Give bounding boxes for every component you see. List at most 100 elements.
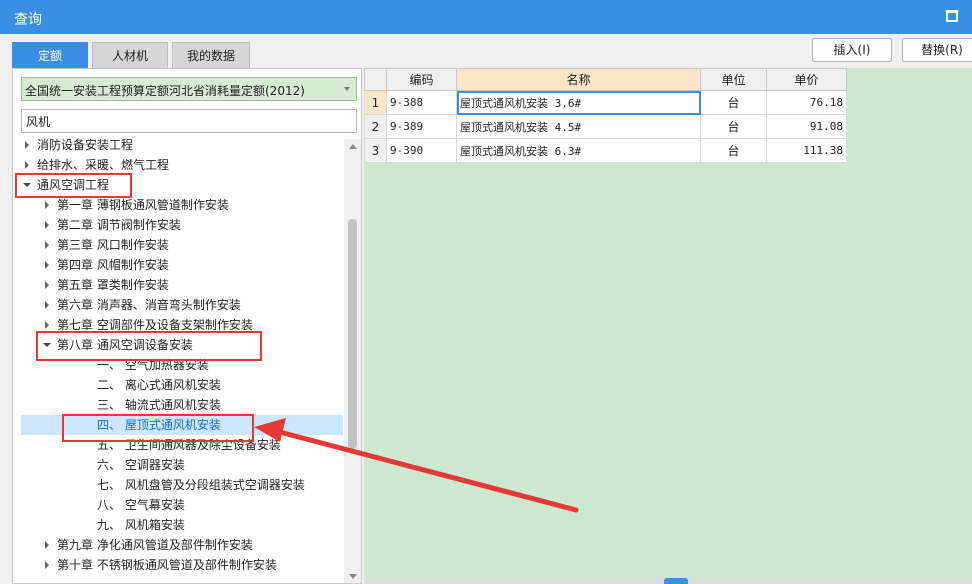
tree-item-label: 第九章 净化通风管道及部件制作安装 xyxy=(57,538,253,552)
row-number: 1 xyxy=(364,90,387,115)
horizontal-scrollbar[interactable] xyxy=(364,578,972,584)
tree-item-label: 第八章 通风空调设备安装 xyxy=(57,338,193,352)
tree-item-label: 二、 离心式通风机安装 xyxy=(97,378,221,392)
tree-item[interactable]: 第六章 消声器、消音弯头制作安装 xyxy=(21,295,343,315)
results-grid: 编码 名称 单位 单价 1 9-388 屋顶式通风机安装 3.6# 台 76.1… xyxy=(364,68,847,163)
tree-item-label: 八、 空气幕安装 xyxy=(97,498,185,512)
cell-price[interactable]: 91.08 xyxy=(766,114,847,139)
chevron-down-icon[interactable] xyxy=(43,343,51,347)
cell-price[interactable]: 111.38 xyxy=(766,138,847,163)
chevron-right-icon[interactable] xyxy=(45,561,49,569)
search-input[interactable] xyxy=(21,109,357,133)
tree-item-label: 第三章 风口制作安装 xyxy=(57,238,169,252)
chapter-tree: 消防设备安装工程给排水、采暖、燃气工程通风空调工程第一章 薄钢板通风管道制作安装… xyxy=(13,135,343,581)
replace-button[interactable]: 替换(R) xyxy=(902,38,972,62)
tree-item[interactable]: 第八章 通风空调设备安装 xyxy=(21,335,343,355)
tree-item-label: 给排水、采暖、燃气工程 xyxy=(37,158,170,172)
tree-item[interactable]: 第七章 空调部件及设备支架制作安装 xyxy=(21,315,343,335)
tab-quota[interactable]: 定额 xyxy=(12,42,88,68)
chevron-right-icon[interactable] xyxy=(45,221,49,229)
cell-name[interactable]: 屋顶式通风机安装 4.5# xyxy=(456,114,701,139)
tree-item[interactable]: 六、 空调器安装 xyxy=(21,455,343,475)
tree-item-label: 第十章 不锈钢板通风管道及部件制作安装 xyxy=(57,558,277,572)
quota-library-value: 全国统一安装工程预算定额河北省消耗量定额(2012) xyxy=(25,84,305,98)
tree-item[interactable]: 第十章 不锈钢板通风管道及部件制作安装 xyxy=(21,555,343,575)
tree-item[interactable]: 一、 空气加热器安装 xyxy=(21,355,343,375)
chevron-down-icon xyxy=(344,87,350,91)
tree-item-label: 第二章 调节阀制作安装 xyxy=(57,218,181,232)
tree-item-label: 四、 屋顶式通风机安装 xyxy=(97,418,221,432)
tree-item[interactable]: 第三章 风口制作安装 xyxy=(21,235,343,255)
chevron-right-icon[interactable] xyxy=(45,541,49,549)
tree-item[interactable]: 第四章 风帽制作安装 xyxy=(21,255,343,275)
tree-item[interactable]: 给排水、采暖、燃气工程 xyxy=(21,155,343,175)
cell-unit[interactable]: 台 xyxy=(700,90,767,115)
tree-item-label: 消防设备安装工程 xyxy=(37,138,134,152)
tree-item[interactable]: 三、 轴流式通风机安装 xyxy=(21,395,343,415)
tree-item[interactable]: 第一章 薄钢板通风管道制作安装 xyxy=(21,195,343,215)
tree-item-label: 第七章 空调部件及设备支架制作安装 xyxy=(57,318,253,332)
tree-item-label: 一、 空气加热器安装 xyxy=(97,358,209,372)
column-header-code[interactable]: 编码 xyxy=(386,68,457,91)
scroll-thumb[interactable] xyxy=(348,219,357,449)
cell-code[interactable]: 9-388 xyxy=(386,90,457,115)
tree-item[interactable]: 七、 风机盘管及分段组装式空调器安装 xyxy=(21,475,343,495)
cell-name[interactable]: 屋顶式通风机安装 6.3# xyxy=(456,138,701,163)
tree-item[interactable]: 九、 风机箱安装 xyxy=(21,515,343,535)
tree-item-label: 九、 风机箱安装 xyxy=(97,518,185,532)
table-row[interactable]: 1 9-388 屋顶式通风机安装 3.6# 台 76.18 xyxy=(364,90,847,115)
title-bar: 查询 xyxy=(0,0,972,34)
row-number: 2 xyxy=(364,114,387,139)
chevron-right-icon[interactable] xyxy=(45,321,49,329)
tree-scrollbar[interactable] xyxy=(344,139,361,583)
chevron-right-icon[interactable] xyxy=(45,301,49,309)
tree-item[interactable]: 消防设备安装工程 xyxy=(21,135,343,155)
results-panel: 编码 名称 单位 单价 1 9-388 屋顶式通风机安装 3.6# 台 76.1… xyxy=(364,68,972,584)
chevron-right-icon[interactable] xyxy=(45,241,49,249)
cell-name[interactable]: 屋顶式通风机安装 3.6# xyxy=(456,90,701,115)
tab-my-data[interactable]: 我的数据 xyxy=(172,42,250,68)
tree-item[interactable]: 第二章 调节阀制作安装 xyxy=(21,215,343,235)
cell-price[interactable]: 76.18 xyxy=(766,90,847,115)
scroll-down-icon[interactable] xyxy=(349,574,357,579)
cell-code[interactable]: 9-389 xyxy=(386,114,457,139)
tree-item[interactable]: 第五章 罩类制作安装 xyxy=(21,275,343,295)
column-header-unit[interactable]: 单位 xyxy=(700,68,767,91)
column-header-price[interactable]: 单价 xyxy=(766,68,847,91)
tree-item[interactable]: 通风空调工程 xyxy=(21,175,343,195)
tree-item-label: 七、 风机盘管及分段组装式空调器安装 xyxy=(97,478,305,492)
chevron-down-icon[interactable] xyxy=(23,183,31,187)
cell-code[interactable]: 9-390 xyxy=(386,138,457,163)
tree-item-label: 第五章 罩类制作安装 xyxy=(57,278,169,292)
tree-item[interactable]: 四、 屋顶式通风机安装 xyxy=(21,415,343,435)
scroll-up-icon[interactable] xyxy=(349,144,357,149)
tree-item[interactable]: 二、 离心式通风机安装 xyxy=(21,375,343,395)
tree-item-label: 五、 卫生间通风器及除尘设备安装 xyxy=(97,438,281,452)
insert-button[interactable]: 插入(I) xyxy=(812,38,892,62)
tree-item-label: 三、 轴流式通风机安装 xyxy=(97,398,221,412)
left-panel: 全国统一安装工程预算定额河北省消耗量定额(2012) 消防设备安装工程给排水、采… xyxy=(12,68,362,584)
tree-item-label: 六、 空调器安装 xyxy=(97,458,185,472)
tree-item[interactable]: 五、 卫生间通风器及除尘设备安装 xyxy=(21,435,343,455)
tree-item[interactable]: 八、 空气幕安装 xyxy=(21,495,343,515)
tree-item-label: 第一章 薄钢板通风管道制作安装 xyxy=(57,198,229,212)
row-number-header xyxy=(364,68,387,91)
table-row[interactable]: 2 9-389 屋顶式通风机安装 4.5# 台 91.08 xyxy=(364,114,847,139)
row-number: 3 xyxy=(364,138,387,163)
tab-labor-material-machine[interactable]: 人材机 xyxy=(92,42,168,68)
chevron-right-icon[interactable] xyxy=(25,161,29,169)
cell-unit[interactable]: 台 xyxy=(700,114,767,139)
quota-library-select[interactable]: 全国统一安装工程预算定额河北省消耗量定额(2012) xyxy=(21,77,357,101)
table-row[interactable]: 3 9-390 屋顶式通风机安装 6.3# 台 111.38 xyxy=(364,138,847,163)
tree-item[interactable]: 第九章 净化通风管道及部件制作安装 xyxy=(21,535,343,555)
tree-item-label: 第四章 风帽制作安装 xyxy=(57,258,169,272)
chevron-right-icon[interactable] xyxy=(25,141,29,149)
cell-unit[interactable]: 台 xyxy=(700,138,767,163)
column-header-name[interactable]: 名称 xyxy=(456,68,701,91)
splitter-handle[interactable] xyxy=(664,578,688,584)
chevron-right-icon[interactable] xyxy=(45,281,49,289)
tree-item-label: 第六章 消声器、消音弯头制作安装 xyxy=(57,298,241,312)
chevron-right-icon[interactable] xyxy=(45,201,49,209)
maximize-icon[interactable] xyxy=(946,10,958,22)
chevron-right-icon[interactable] xyxy=(45,261,49,269)
